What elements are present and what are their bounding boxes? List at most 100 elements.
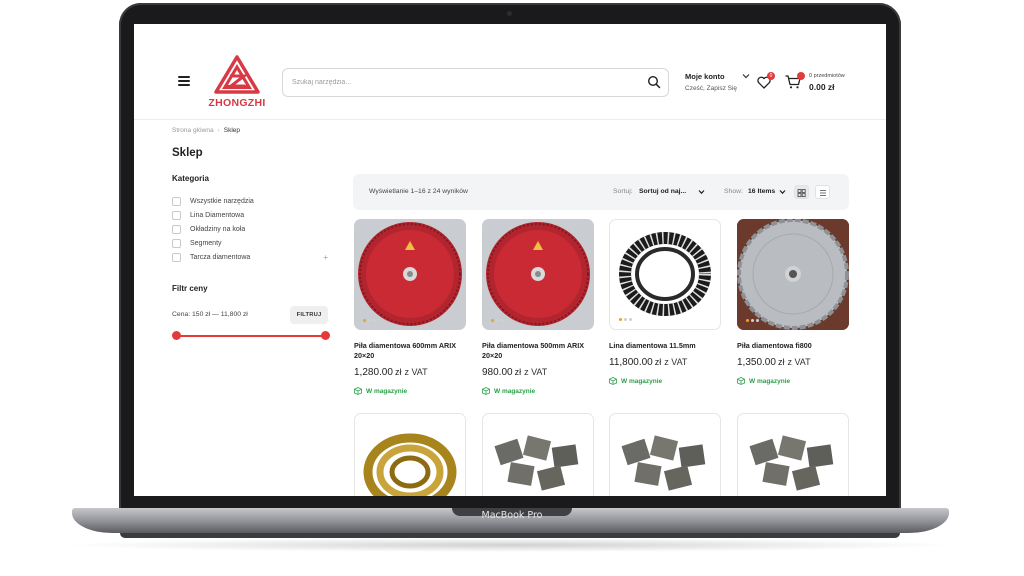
product-card[interactable]: Piła diamentowa 500mm ARIX 20×20 980.00 z… xyxy=(482,219,594,395)
category-checkbox[interactable] xyxy=(172,196,181,206)
price-value: 980.00 xyxy=(482,367,513,378)
account-menu[interactable]: Moje konto Cześć, Zapisz Się xyxy=(685,72,737,92)
product-name[interactable]: Piła diamentowa 500mm ARIX 20×20 xyxy=(482,341,594,361)
product-card[interactable] xyxy=(737,413,849,496)
price-currency: zł xyxy=(654,357,662,367)
stock-text: W magazynie xyxy=(621,377,663,385)
category-checkbox[interactable] xyxy=(172,253,181,263)
product-card[interactable] xyxy=(482,413,594,496)
price-vat: z VAT xyxy=(664,357,688,367)
chevron-down-icon[interactable] xyxy=(779,189,786,195)
product-image[interactable] xyxy=(482,219,594,330)
category-checkbox[interactable] xyxy=(172,239,181,249)
price-currency: zł xyxy=(514,367,522,377)
image-dots xyxy=(746,319,759,322)
filter-button[interactable]: FILTRUJ xyxy=(290,306,328,324)
category-label: Okładziny na koła xyxy=(190,225,246,233)
wishlist-count-badge: 0 xyxy=(767,72,775,80)
camera-icon xyxy=(507,11,512,16)
product-price: 1,350.00 zł z VAT xyxy=(737,357,849,368)
sort-select[interactable]: Sortuj od naj... xyxy=(639,188,686,195)
device-label: MacBook Pro xyxy=(481,510,543,521)
product-image[interactable] xyxy=(482,413,594,496)
product-name[interactable]: Piła diamentowa 600mm ARIX 20×20 xyxy=(354,341,466,361)
image-dots xyxy=(491,319,504,322)
grid-icon xyxy=(797,189,806,198)
breadcrumb: Strona główna › Sklep xyxy=(172,127,240,134)
product-image[interactable] xyxy=(737,219,849,330)
box-icon xyxy=(737,377,745,385)
list-view-button[interactable] xyxy=(815,185,830,199)
cart-items-count: 0 przedmiotów xyxy=(809,73,845,79)
segments-image xyxy=(749,435,834,491)
category-label: Tarcza diamentowa xyxy=(190,254,251,262)
product-name[interactable]: Piła diamentowa fi800 xyxy=(737,341,849,351)
breadcrumb-separator: › xyxy=(217,127,220,134)
segments-image xyxy=(494,435,579,491)
shop-toolbar: Wyświetlanie 1–16 z 24 wyników Sortuj: S… xyxy=(353,174,849,210)
result-count: Wyświetlanie 1–16 z 24 wyników xyxy=(369,188,468,195)
breadcrumb-home[interactable]: Strona główna xyxy=(172,127,214,134)
image-dots xyxy=(619,318,632,321)
chevron-down-icon[interactable] xyxy=(698,189,705,195)
product-image[interactable] xyxy=(609,413,721,496)
breadcrumb-current: Sklep xyxy=(223,127,240,134)
product-image[interactable] xyxy=(354,219,466,330)
category-item[interactable]: Lina Diamentowa xyxy=(172,208,328,222)
product-image[interactable] xyxy=(737,413,849,496)
site-header: ZHONGZHI Moje konto Cześć, Zapisz Się 0 xyxy=(134,24,886,120)
price-value: 1,280.00 xyxy=(354,367,393,378)
category-label: Lina Diamentowa xyxy=(190,211,245,219)
per-page-select[interactable]: 16 Items xyxy=(748,188,775,195)
category-item[interactable]: Tarcza diamentowa + xyxy=(172,251,328,265)
product-card[interactable]: Lina diamentowa 11.5mm 11,800.00 zł z VAT … xyxy=(609,219,721,385)
product-price: 1,280.00 zł z VAT xyxy=(354,367,466,378)
account-subtitle[interactable]: Cześć, Zapisz Się xyxy=(685,85,737,92)
hamburger-menu-icon[interactable] xyxy=(178,76,190,86)
price-range-text: Cena: 150 zł — 11,800 zł xyxy=(172,311,248,318)
expand-plus-icon[interactable]: + xyxy=(323,253,328,262)
stock-status: W magazynie xyxy=(737,377,849,385)
category-checkbox[interactable] xyxy=(172,210,181,220)
sort-label: Sortuj: xyxy=(613,188,633,195)
category-label: Wszystkie narzędzia xyxy=(190,197,254,205)
price-slider-max-handle[interactable] xyxy=(321,331,330,340)
stock-status: W magazynie xyxy=(354,387,466,395)
box-icon xyxy=(609,377,617,385)
segments-image xyxy=(621,435,706,491)
category-item[interactable]: Wszystkie narzędzia xyxy=(172,194,328,208)
search-input[interactable] xyxy=(292,69,622,96)
product-card[interactable]: Piła diamentowa fi800 1,350.00 zł z VAT W … xyxy=(737,219,849,385)
category-item[interactable]: Okładziny na koła xyxy=(172,222,328,236)
steel-saw-blade-image xyxy=(737,219,849,330)
price-filter-heading: Filtr ceny xyxy=(172,284,208,293)
price-currency: zł xyxy=(777,357,785,367)
page-title: Sklep xyxy=(172,147,203,159)
product-card[interactable]: Piła diamentowa 600mm ARIX 20×20 1,280.0… xyxy=(354,219,466,395)
stock-text: W magazynie xyxy=(749,377,791,385)
price-vat: z VAT xyxy=(787,357,811,367)
price-slider-track[interactable] xyxy=(176,335,325,337)
price-value: 11,800.00 xyxy=(609,357,653,368)
search-icon[interactable] xyxy=(647,75,661,89)
product-image[interactable] xyxy=(354,413,466,496)
price-slider-min-handle[interactable] xyxy=(172,331,181,340)
site-logo[interactable]: ZHONGZHI xyxy=(204,54,270,112)
grid-view-button[interactable] xyxy=(794,185,809,199)
category-heading: Kategoria xyxy=(172,174,209,183)
product-card[interactable] xyxy=(609,413,721,496)
product-price: 980.00 zł z VAT xyxy=(482,367,594,378)
category-item[interactable]: Segmenty xyxy=(172,237,328,251)
product-name[interactable]: Lina diamentowa 11.5mm xyxy=(609,341,721,351)
price-vat: z VAT xyxy=(404,367,428,377)
product-image[interactable] xyxy=(609,219,721,330)
product-card[interactable] xyxy=(354,413,466,496)
box-icon xyxy=(482,387,490,395)
price-value: 1,350.00 xyxy=(737,357,776,368)
stock-status: W magazynie xyxy=(609,377,721,385)
logo-text: ZHONGZHI xyxy=(208,97,266,109)
chevron-down-icon[interactable] xyxy=(742,73,750,79)
category-checkbox[interactable] xyxy=(172,224,181,234)
category-label: Segmenty xyxy=(190,240,222,248)
cart-total[interactable]: 0.00 zł xyxy=(809,82,835,92)
